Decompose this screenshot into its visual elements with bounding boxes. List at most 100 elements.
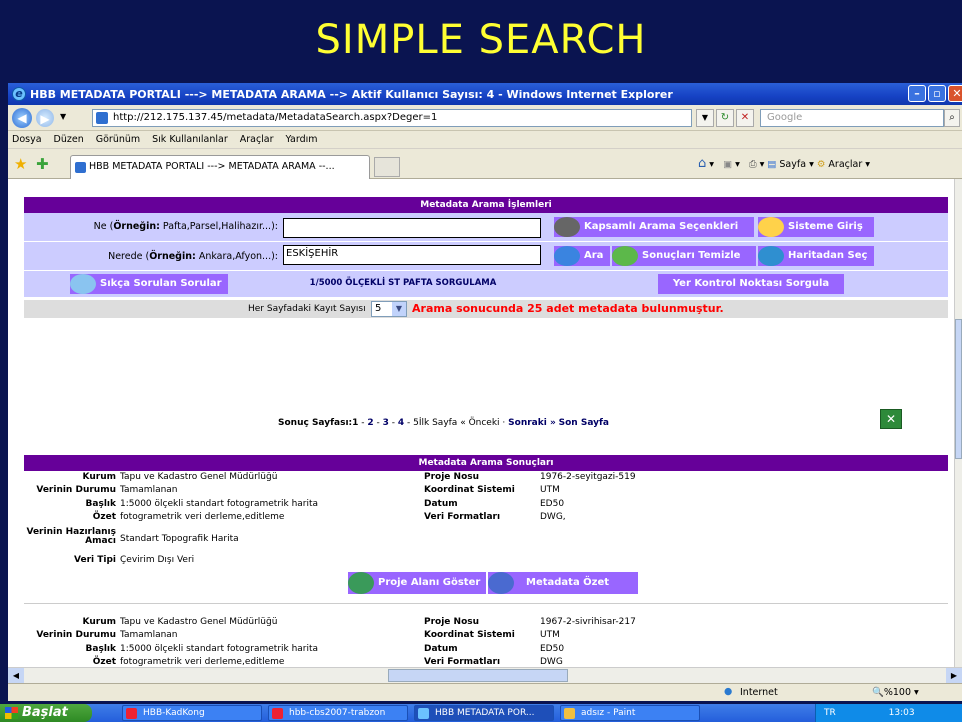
address-dropdown-icon[interactable]: ▼ xyxy=(696,109,714,127)
divider xyxy=(24,603,948,604)
add-favorites-icon[interactable]: ✚ xyxy=(36,155,49,173)
menu-favorites[interactable]: Sık Kullanılanlar xyxy=(152,134,228,145)
format-label: Veri Formatları xyxy=(424,512,501,522)
search-input[interactable]: Google xyxy=(760,109,944,127)
search-button[interactable]: Ara xyxy=(554,246,610,266)
page-menu-icon: ▤ xyxy=(767,159,777,170)
task-metadata-portal[interactable]: HBB METADATA POR... xyxy=(414,705,554,721)
pager-last[interactable]: Son Sayfa xyxy=(559,418,609,428)
favorites-star-icon[interactable]: ★ xyxy=(14,155,27,173)
baslik-label: Başlık xyxy=(85,499,116,509)
maximize-button[interactable]: ▫ xyxy=(928,85,946,102)
scroll-left-icon[interactable]: ◀ xyxy=(8,668,24,683)
pager-label: Sonuç Sayfası: xyxy=(278,418,353,428)
minimize-button[interactable]: – xyxy=(908,85,926,102)
back-button[interactable]: ◀ xyxy=(12,108,32,128)
proje-value: 1976-2-seyitgazi-519 xyxy=(540,472,636,482)
ozet-label: Özet xyxy=(92,657,116,667)
windows-flag-icon xyxy=(5,707,18,719)
per-page-select[interactable]: 5 ▼ xyxy=(371,301,407,317)
scale-1-5000-link[interactable]: 1/5000 ÖLÇEKLİ ST PAFTA SORGULAMA xyxy=(288,278,518,288)
show-project-area-button[interactable]: Proje Alanı Göster xyxy=(348,572,486,594)
pager-prev: « Önceki xyxy=(460,418,500,428)
metadata-summary-button[interactable]: Metadata Özet xyxy=(488,572,638,594)
map-area-icon xyxy=(348,572,374,594)
slide-title: SIMPLE SEARCH xyxy=(315,17,647,63)
start-button[interactable]: Başlat xyxy=(0,704,92,722)
koord-value: UTM xyxy=(540,485,560,495)
scroll-thumb[interactable] xyxy=(955,319,962,459)
tab-row: ★ ✚ HBB METADATA PORTALI ---> METADATA A… xyxy=(8,149,962,179)
ozet-label: Özet xyxy=(92,512,116,522)
ppt-icon xyxy=(126,708,137,719)
stop-icon[interactable]: ✕ xyxy=(736,109,754,127)
menu-view[interactable]: Görünüm xyxy=(96,134,140,145)
page-content: Metadata Arama İşlemleri Ne (Örneğin: Pa… xyxy=(8,179,954,667)
close-button[interactable]: ✕ xyxy=(948,85,962,102)
search-icon[interactable]: ⌕ xyxy=(944,109,960,127)
datum-value: ED50 xyxy=(540,499,565,509)
history-dropdown-icon[interactable]: ▼ xyxy=(60,112,66,121)
refresh-icon[interactable]: ↻ xyxy=(716,109,734,127)
status-bar: ● Internet 🔍%100 ▾ xyxy=(8,683,962,701)
pager: Sonuç Sayfası:1 - 2 - 3 - 4 - 5İlk Sayfa… xyxy=(278,418,609,428)
print-icon[interactable]: ⎙ xyxy=(749,159,757,170)
feeds-icon[interactable]: ▣ xyxy=(723,159,732,170)
tools-menu[interactable]: Araçlar xyxy=(828,159,862,170)
what-input[interactable] xyxy=(283,218,541,238)
pager-next[interactable]: Sonraki » xyxy=(508,418,556,428)
baslik-label: Başlık xyxy=(85,644,116,654)
koord-label: Koordinat Sistemi xyxy=(424,485,515,495)
datum-label: Datum xyxy=(424,644,458,654)
tab-metadata[interactable]: HBB METADATA PORTALI ---> METADATA ARAMA… xyxy=(70,155,370,179)
result-count-message: Arama sonucunda 25 adet metadata bulunmu… xyxy=(412,302,724,315)
forward-button[interactable]: ▶ xyxy=(36,109,54,127)
zoom-level[interactable]: 🔍%100 ▾ xyxy=(872,687,919,698)
zone-label: Internet xyxy=(740,687,778,698)
ozet-value: fotogrametrik veri derleme,editleme xyxy=(120,657,285,667)
gcp-query-button[interactable]: Yer Kontrol Noktası Sorgula xyxy=(658,274,844,294)
task-paint[interactable]: adsız - Paint xyxy=(560,705,700,721)
vertical-scrollbar[interactable] xyxy=(954,179,962,667)
language-indicator[interactable]: TR xyxy=(824,708,836,718)
address-url: http://212.175.137.45/metadata/MetadataS… xyxy=(113,112,438,123)
amac-value: Standart Topografik Harita xyxy=(120,534,239,544)
advanced-search-button[interactable]: Kapsamlı Arama Seçenkleri xyxy=(554,217,754,237)
login-button[interactable]: Sisteme Giriş xyxy=(758,217,874,237)
login-icon xyxy=(758,217,784,237)
clear-results-button[interactable]: Sonuçları Temizle xyxy=(612,246,756,266)
home-icon[interactable]: ⌂ xyxy=(698,156,706,171)
task-cbs2007[interactable]: hbb-cbs2007-trabzon xyxy=(268,705,408,721)
hscroll-thumb[interactable] xyxy=(388,669,568,682)
excel-export-icon[interactable]: ✕ xyxy=(880,409,902,429)
scroll-right-icon[interactable]: ▶ xyxy=(946,668,962,683)
menu-tools[interactable]: Araçlar xyxy=(240,134,274,145)
select-from-map-button[interactable]: Haritadan Seç xyxy=(758,246,874,266)
datum-value: ED50 xyxy=(540,644,565,654)
tab-page-icon xyxy=(75,162,86,173)
advanced-search-icon xyxy=(554,217,580,237)
format-label: Veri Formatları xyxy=(424,657,501,667)
proje-value: 1967-2-sivrihisar-217 xyxy=(540,617,636,627)
faq-button[interactable]: Sıkça Sorulan Sorular xyxy=(70,274,228,294)
internet-globe-icon: ● xyxy=(724,686,733,697)
new-tab-button[interactable] xyxy=(374,157,400,177)
menu-file[interactable]: Dosya xyxy=(12,134,42,145)
chevron-down-icon: ▼ xyxy=(392,302,406,316)
where-label: Nerede (Örneğin: Ankara,Afyon...): xyxy=(108,251,278,262)
address-bar[interactable]: http://212.175.137.45/metadata/MetadataS… xyxy=(92,109,692,127)
menu-bar: Dosya Düzen Görünüm Sık Kullanılanlar Ar… xyxy=(8,131,962,149)
where-input[interactable]: ESKİŞEHİR xyxy=(283,245,541,265)
system-tray: TR 13:03 xyxy=(815,704,962,722)
page-menu[interactable]: Sayfa xyxy=(779,159,806,170)
pager-first: İlk Sayfa xyxy=(418,418,458,428)
kurum-label: Kurum xyxy=(82,617,116,627)
task-kadkong[interactable]: HBB-KadKong xyxy=(122,705,262,721)
clock: 13:03 xyxy=(888,708,915,718)
ie-logo-icon: e xyxy=(12,87,26,101)
menu-edit[interactable]: Düzen xyxy=(54,134,84,145)
proje-label: Proje Nosu xyxy=(424,617,480,627)
menu-help[interactable]: Yardım xyxy=(286,134,318,145)
horizontal-scrollbar[interactable]: ◀ ▶ xyxy=(8,667,962,683)
ie-icon xyxy=(418,708,429,719)
